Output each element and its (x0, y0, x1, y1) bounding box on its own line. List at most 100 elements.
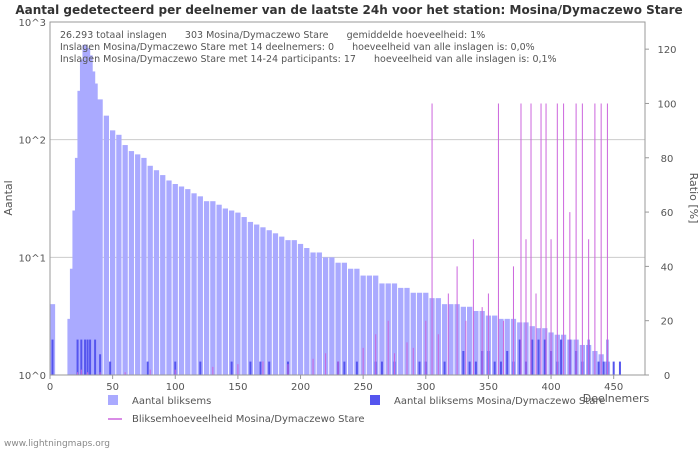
bar-total (153, 170, 160, 375)
bar-total (110, 130, 116, 375)
legend-swatch-station (370, 395, 380, 405)
bar-total (92, 83, 98, 376)
bar-total (285, 240, 291, 375)
bar-station (493, 361, 496, 375)
bar-total (260, 227, 266, 375)
bar-station (518, 339, 521, 375)
bar-total (141, 157, 147, 375)
x-tick-label: 300 (416, 382, 435, 393)
y-axis-left: 10^0 10^1 10^2 10^3 (19, 18, 46, 382)
bar-station (618, 361, 621, 375)
y-axis-label: Aantal (2, 180, 15, 215)
bar-total (203, 201, 210, 375)
y2-tick-label: 0 (664, 371, 670, 382)
bar-station (543, 339, 546, 375)
bar-total (116, 134, 122, 375)
bar-total (310, 252, 316, 375)
bar-total (329, 257, 335, 375)
bar-station (89, 339, 92, 375)
x-tick-label: 250 (354, 382, 373, 393)
bar-total (216, 204, 222, 375)
bar-station (499, 361, 502, 375)
x-tick-label: 0 (47, 382, 53, 393)
y-tick-label: 10^2 (19, 136, 46, 147)
bar-total (147, 165, 153, 375)
bar-station (268, 361, 271, 375)
bar-total (103, 115, 109, 375)
legend-label-station: Aantal bliksems Mosina/Dymaczewo Stare (394, 396, 605, 407)
bar-station (418, 361, 421, 375)
bar-total (272, 233, 279, 375)
bar-total (297, 243, 304, 375)
bar-total (316, 252, 322, 375)
bar-total (398, 287, 404, 375)
y2-tick-label: 100 (657, 99, 676, 110)
bar-total (178, 186, 185, 375)
bar-station (537, 339, 540, 375)
y2-tick-label: 80 (661, 154, 674, 165)
x-axis: 0 50 100 150 200 250 300 350 400 450 (47, 375, 623, 393)
chart-svg: Aantal gedetecteerd per deelnemer van de… (2, 3, 700, 449)
bar-total (197, 196, 203, 375)
bar-station (259, 361, 262, 375)
bar-station (230, 361, 233, 375)
info-line-1: 26.293 totaal inslagen 303 Mosina/Dymacz… (60, 30, 485, 41)
bar-total (254, 224, 260, 375)
bar-total (229, 210, 235, 375)
y2-axis-label: Ratio [%] (687, 173, 700, 224)
bar-station (506, 350, 509, 375)
bar-total (379, 283, 385, 375)
y2-tick-label: 40 (661, 262, 674, 273)
bar-total (235, 212, 241, 375)
x-tick-label: 150 (228, 382, 247, 393)
y-tick-label: 10^3 (19, 18, 46, 29)
bar-station (51, 339, 54, 375)
y-tick-label: 10^0 (19, 371, 46, 382)
bar-station (109, 361, 112, 375)
bar-station (531, 339, 534, 375)
bar-total (291, 240, 297, 375)
bar-total (166, 180, 172, 375)
bar-total (222, 208, 228, 375)
x-tick-label: 50 (106, 382, 119, 393)
bar-total (304, 248, 310, 375)
bar-total (335, 262, 341, 375)
y-axis-right: 0 20 40 60 80 100 120 (645, 45, 677, 382)
x-tick-label: 200 (291, 382, 310, 393)
bar-total (279, 236, 285, 375)
x-tick-label: 100 (166, 382, 185, 393)
bar-station (86, 339, 89, 375)
y2-tick-label: 20 (661, 317, 674, 328)
bar-station (199, 361, 202, 375)
bar-station (99, 354, 102, 375)
bar-station (146, 361, 149, 375)
bar-station (94, 339, 97, 375)
bar-total (172, 183, 178, 375)
bar-total (135, 154, 141, 375)
info-text: 26.293 totaal inslagen 303 Mosina/Dymacz… (60, 30, 557, 65)
info-line-2: Inslagen Mosina/Dymaczewo Stare met 14 d… (60, 42, 535, 53)
y-tick-label: 10^1 (19, 253, 46, 264)
bar-station (355, 361, 358, 375)
bar-total (366, 275, 373, 375)
legend-label-ratio: Bliksemhoeveelheid Mosina/Dymaczewo Star… (132, 414, 365, 425)
y2-tick-label: 120 (657, 45, 676, 56)
bar-total (448, 304, 454, 375)
bar-total (160, 175, 166, 375)
bar-station (474, 361, 477, 375)
legend-swatch-total (108, 395, 118, 405)
chart: Aantal gedetecteerd per deelnemer van de… (0, 0, 700, 450)
bar-station (560, 339, 563, 375)
bar-total (128, 151, 135, 375)
legend: Aantal bliksems Aantal bliksems Mosina/D… (108, 395, 605, 425)
bar-total (97, 99, 103, 375)
bar-station (468, 361, 471, 375)
bar-station (380, 361, 383, 375)
info-line-3: Inslagen Mosina/Dymaczewo Stare met 14-2… (60, 54, 557, 65)
watermark: www.lightningmaps.org (4, 439, 110, 449)
bar-total (241, 217, 247, 375)
bar-station (84, 339, 87, 375)
y2-tick-label: 60 (661, 208, 674, 219)
bar-total (122, 145, 128, 375)
bar-station (602, 361, 605, 375)
